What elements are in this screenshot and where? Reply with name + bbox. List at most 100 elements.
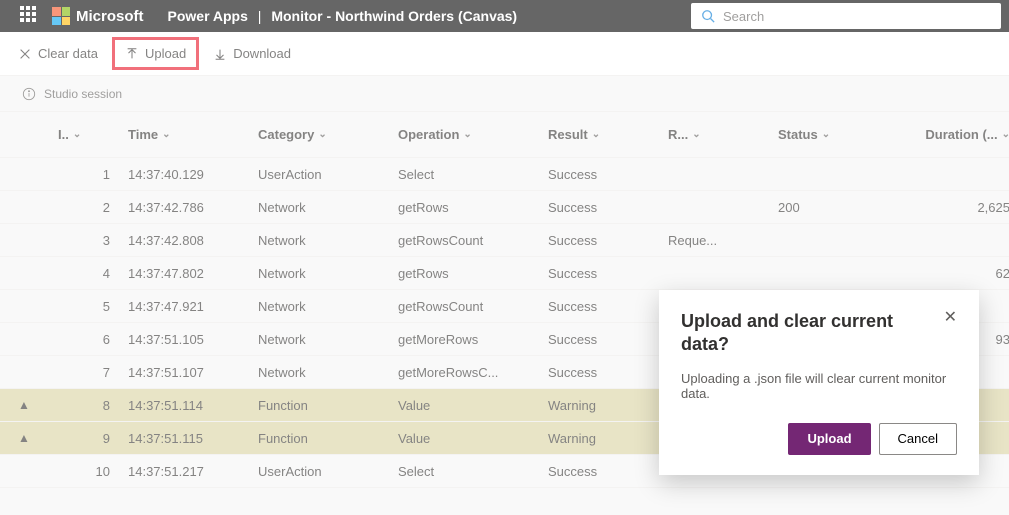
table-row[interactable]: 214:37:42.786NetworkgetRowsSuccess2002,6… [0, 191, 1009, 224]
cell-operation: getRowsCount [398, 299, 548, 314]
info-icon [22, 87, 36, 101]
cell-r: Reque... [668, 233, 778, 248]
cell-category: Network [258, 200, 398, 215]
chevron-down-icon: ⌄ [822, 129, 830, 140]
chevron-down-icon: ⌄ [592, 129, 600, 140]
col-time[interactable]: Time⌄ [128, 127, 258, 142]
cell-category: Network [258, 266, 398, 281]
col-id[interactable]: I..⌄ [58, 127, 128, 142]
cell-time: 14:37:47.921 [128, 299, 258, 314]
table-row[interactable]: 414:37:47.802NetworkgetRowsSuccess62 [0, 257, 1009, 290]
col-duration[interactable]: Duration (...⌄ [888, 127, 1009, 142]
cell-result: Success [548, 167, 668, 182]
cell-time: 14:37:42.786 [128, 200, 258, 215]
cell-result: Success [548, 332, 668, 347]
cell-id: 8 [58, 398, 128, 413]
cell-operation: getRows [398, 266, 548, 281]
cell-id: 10 [58, 464, 128, 479]
cell-time: 14:37:47.802 [128, 266, 258, 281]
brand-text: Microsoft [76, 8, 144, 25]
col-operation[interactable]: Operation⌄ [398, 127, 548, 142]
col-result[interactable]: Result⌄ [548, 127, 668, 142]
cell-result: Success [548, 464, 668, 479]
cell-category: Network [258, 332, 398, 347]
col-status[interactable]: Status⌄ [778, 127, 888, 142]
session-label: Studio session [44, 87, 122, 101]
waffle-icon[interactable] [20, 6, 40, 26]
toolbar: Clear data Upload Download [0, 32, 1009, 76]
col-category[interactable]: Category⌄ [258, 127, 398, 142]
session-bar: Studio session [0, 76, 1009, 112]
x-icon [18, 47, 32, 61]
cell-time: 14:37:51.114 [128, 398, 258, 413]
cell-operation: Value [398, 398, 548, 413]
upload-button[interactable]: Upload [112, 37, 199, 70]
table-row[interactable]: 314:37:42.808NetworkgetRowsCountSuccessR… [0, 224, 1009, 257]
warning-icon: ▲ [18, 398, 58, 412]
cell-category: Function [258, 398, 398, 413]
microsoft-logo-icon [52, 7, 70, 25]
cell-id: 4 [58, 266, 128, 281]
microsoft-logo[interactable]: Microsoft [52, 7, 144, 25]
cell-id: 2 [58, 200, 128, 215]
close-icon[interactable]: ✕ [944, 310, 957, 326]
search-placeholder: Search [723, 9, 764, 24]
cell-operation: Value [398, 431, 548, 446]
cell-time: 14:37:51.115 [128, 431, 258, 446]
cell-result: Warning [548, 431, 668, 446]
cell-duration: 2,625 [888, 200, 1009, 215]
download-icon [213, 47, 227, 61]
cell-category: Function [258, 431, 398, 446]
app-name[interactable]: Power Apps [168, 8, 248, 24]
cell-id: 5 [58, 299, 128, 314]
cell-result: Success [548, 200, 668, 215]
dialog-body: Uploading a .json file will clear curren… [681, 371, 957, 401]
cell-time: 14:37:51.217 [128, 464, 258, 479]
cell-time: 14:37:42.808 [128, 233, 258, 248]
cell-id: 6 [58, 332, 128, 347]
cell-result: Warning [548, 398, 668, 413]
dialog-cancel-button[interactable]: Cancel [879, 423, 957, 455]
cell-id: 7 [58, 365, 128, 380]
cell-category: Network [258, 299, 398, 314]
dialog-title: Upload and clear current data? [681, 310, 944, 357]
cell-category: Network [258, 233, 398, 248]
cell-operation: getRows [398, 200, 548, 215]
cell-time: 14:37:51.105 [128, 332, 258, 347]
cell-category: UserAction [258, 464, 398, 479]
app-header: Microsoft Power Apps | Monitor - Northwi… [0, 0, 1009, 32]
cell-id: 9 [58, 431, 128, 446]
cell-time: 14:37:51.107 [128, 365, 258, 380]
chevron-down-icon: ⌄ [73, 129, 81, 140]
cell-result: Success [548, 266, 668, 281]
cell-operation: getMoreRowsC... [398, 365, 548, 380]
chevron-down-icon: ⌄ [162, 129, 170, 140]
cell-id: 3 [58, 233, 128, 248]
upload-icon [125, 47, 139, 61]
cell-result: Success [548, 299, 668, 314]
download-button[interactable]: Download [213, 46, 291, 61]
page-title: Monitor - Northwind Orders (Canvas) [271, 8, 517, 24]
search-icon [701, 9, 715, 23]
cell-operation: getRowsCount [398, 233, 548, 248]
cell-operation: Select [398, 464, 548, 479]
upload-dialog: Upload and clear current data? ✕ Uploadi… [659, 290, 979, 475]
chevron-down-icon: ⌄ [1002, 129, 1009, 140]
upload-label: Upload [145, 46, 186, 61]
cell-category: Network [258, 365, 398, 380]
warning-icon: ▲ [18, 431, 58, 445]
clear-data-label: Clear data [38, 46, 98, 61]
chevron-down-icon: ⌄ [463, 129, 471, 140]
table-row[interactable]: 114:37:40.129UserActionSelectSuccess [0, 158, 1009, 191]
col-r[interactable]: R...⌄ [668, 127, 778, 142]
divider: | [258, 8, 262, 24]
cell-result: Success [548, 233, 668, 248]
search-input[interactable]: Search [691, 3, 1001, 29]
table-header: I..⌄ Time⌄ Category⌄ Operation⌄ Result⌄ … [0, 112, 1009, 158]
clear-data-button[interactable]: Clear data [18, 46, 98, 61]
cell-result: Success [548, 365, 668, 380]
dialog-upload-button[interactable]: Upload [788, 423, 870, 455]
chevron-down-icon: ⌄ [318, 129, 326, 140]
cell-id: 1 [58, 167, 128, 182]
cell-time: 14:37:40.129 [128, 167, 258, 182]
